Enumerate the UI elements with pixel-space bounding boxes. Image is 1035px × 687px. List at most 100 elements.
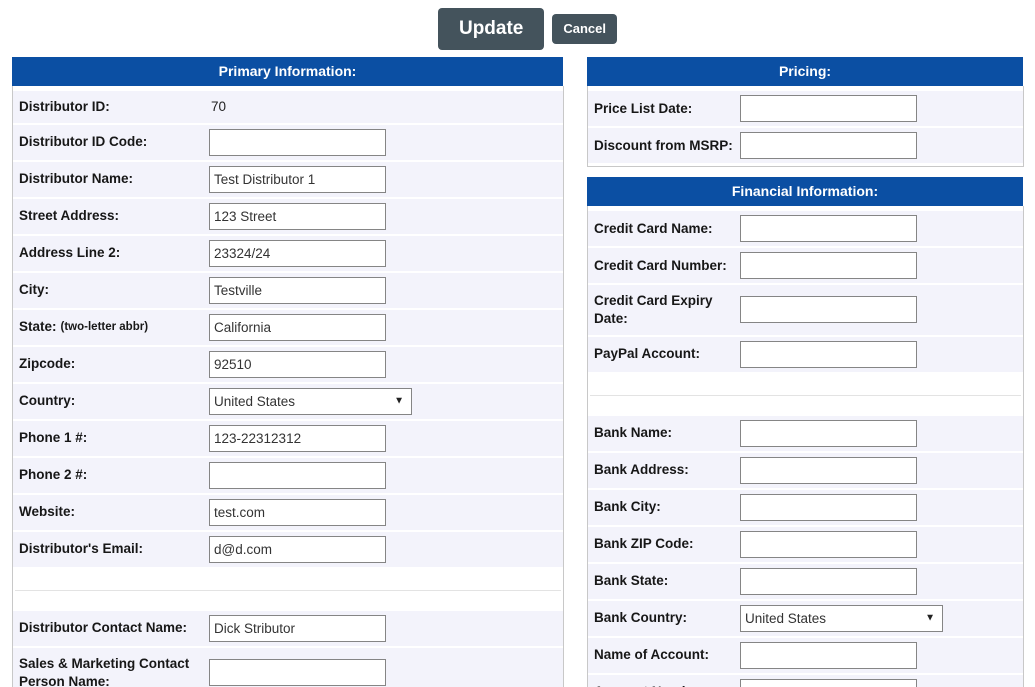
input-distributor-name[interactable] (209, 165, 386, 193)
field-cell (740, 285, 1023, 335)
input-state[interactable] (209, 313, 386, 341)
section-spacer (13, 568, 563, 611)
form-row: Website: (13, 494, 563, 532)
input-distributor-contact-name[interactable] (209, 614, 386, 642)
input-bank-address[interactable] (740, 456, 917, 484)
input-credit-card-number[interactable] (740, 252, 917, 279)
update-button[interactable]: Update (437, 7, 545, 50)
label-text: Website: (19, 504, 76, 520)
label-text: Bank State: (594, 573, 669, 589)
select-country[interactable]: United States (209, 387, 412, 415)
left-column: Primary Information: Distributor ID: 70 Dis… (0, 57, 575, 687)
input-name-of-account[interactable] (740, 641, 917, 669)
label-bank-country: Bank Country: (588, 601, 740, 636)
label-text: Phone 1 #: (19, 430, 88, 446)
label-text: Distributor ID: (19, 99, 110, 114)
field-cell (209, 199, 563, 234)
field-cell (209, 125, 563, 160)
label-text: Zipcode: (19, 356, 76, 372)
label-zipcode: Zipcode: (13, 347, 209, 382)
field-cell (209, 458, 563, 493)
field-cell (209, 532, 563, 567)
input-account-number[interactable] (740, 678, 917, 687)
input-city[interactable] (209, 276, 386, 304)
group-body: Credit Card Name: Credit Card Number: Cred… (587, 206, 1024, 687)
label-state: State: (two-letter abbr) (13, 310, 209, 345)
rows: Distributor ID: 70 Distributor ID Code: Dis… (13, 91, 563, 687)
label-text: Name of Account: (594, 647, 710, 663)
input-sales-marketing-contact-person-name[interactable] (209, 659, 386, 687)
input-website[interactable] (209, 498, 386, 526)
form-columns: Primary Information: Distributor ID: 70 Dis… (0, 57, 1035, 687)
input-street-address[interactable] (209, 202, 386, 230)
form-row: Account Number: (588, 674, 1023, 687)
input-bank-state[interactable] (740, 567, 917, 595)
form-row: Bank Country: United States ▼ (588, 600, 1023, 638)
form-row: Address Line 2: (13, 235, 563, 273)
field-cell (209, 648, 563, 687)
label-website: Website: (13, 495, 209, 530)
input-distributor-s-email[interactable] (209, 535, 386, 563)
input-phone-2[interactable] (209, 461, 386, 489)
field-cell (740, 248, 1023, 283)
group-body: Price List Date: Discount from MSRP: (587, 86, 1024, 167)
label-text: Distributor ID Code: (19, 134, 148, 150)
label-discount-from-msrp: Discount from MSRP: (588, 128, 740, 163)
group-title: Financial Information: (587, 177, 1023, 206)
form-row: Bank ZIP Code: (588, 526, 1023, 564)
label-price-list-date: Price List Date: (588, 91, 740, 126)
field-cell (740, 416, 1023, 451)
form-row: Street Address: (13, 198, 563, 236)
label-text: Credit Card Expiry Date: (594, 293, 713, 326)
form-row: Bank Name: (588, 415, 1023, 453)
rows: Credit Card Name: Credit Card Number: Cred… (588, 211, 1023, 687)
label-text: City: (19, 282, 49, 298)
form-row: Phone 1 #: (13, 420, 563, 458)
field-cell (209, 421, 563, 456)
field-cell (740, 128, 1023, 163)
label-text: Bank Name: (594, 425, 673, 441)
label-credit-card-name: Credit Card Name: (588, 211, 740, 246)
field-cell (209, 273, 563, 308)
field-cell (740, 675, 1023, 687)
group-primary-information: Primary Information: Distributor ID: 70 Dis… (0, 57, 575, 687)
field-cell (740, 527, 1023, 562)
input-bank-city[interactable] (740, 493, 917, 521)
form-row: PayPal Account: (588, 336, 1023, 374)
form-row: Country: United States ▼ (13, 383, 563, 421)
field-cell (740, 211, 1023, 246)
input-price-list-date[interactable] (740, 95, 917, 122)
input-credit-card-name[interactable] (740, 215, 917, 242)
input-credit-card-expiry-date[interactable] (740, 296, 917, 324)
label-sales-marketing-contact-person-name: Sales & Marketing Contact Person Name: (13, 648, 209, 687)
input-zipcode[interactable] (209, 350, 386, 378)
label-text: Credit Card Name: (594, 220, 713, 236)
field-cell (209, 310, 563, 345)
label-text: Sales & Marketing Contact Person Name: (19, 655, 190, 687)
label-text: Distributor Contact Name: (19, 620, 188, 636)
label-text: Bank Address: (594, 462, 689, 478)
label-bank-state: Bank State: (588, 564, 740, 599)
form-row: Distributor ID Code: (13, 124, 563, 162)
input-bank-zip-code[interactable] (740, 530, 917, 558)
rows: Price List Date: Discount from MSRP: (588, 91, 1023, 163)
input-discount-from-msrp[interactable] (740, 132, 917, 159)
select-bank-country[interactable]: United States (740, 604, 943, 632)
input-bank-name[interactable] (740, 419, 917, 447)
form-row: Bank City: (588, 489, 1023, 527)
form-row: Name of Account: (588, 637, 1023, 675)
field-cell (209, 162, 563, 197)
field-cell (209, 347, 563, 382)
label-text: Bank City: (594, 499, 661, 515)
field-cell (740, 453, 1023, 488)
input-address-line-2[interactable] (209, 239, 386, 267)
cancel-button[interactable]: Cancel (552, 13, 618, 44)
label-distributor-id-code: Distributor ID Code: (13, 125, 209, 160)
input-phone-1[interactable] (209, 424, 386, 452)
input-paypal-account[interactable] (740, 340, 917, 368)
label-text: Account Number: (594, 683, 707, 687)
input-distributor-id-code[interactable] (209, 128, 386, 156)
group-pricing: Pricing: Price List Date: Discount from MS… (575, 57, 1035, 167)
label-text: Street Address: (19, 208, 120, 224)
label-bank-zip-code: Bank ZIP Code: (588, 527, 740, 562)
